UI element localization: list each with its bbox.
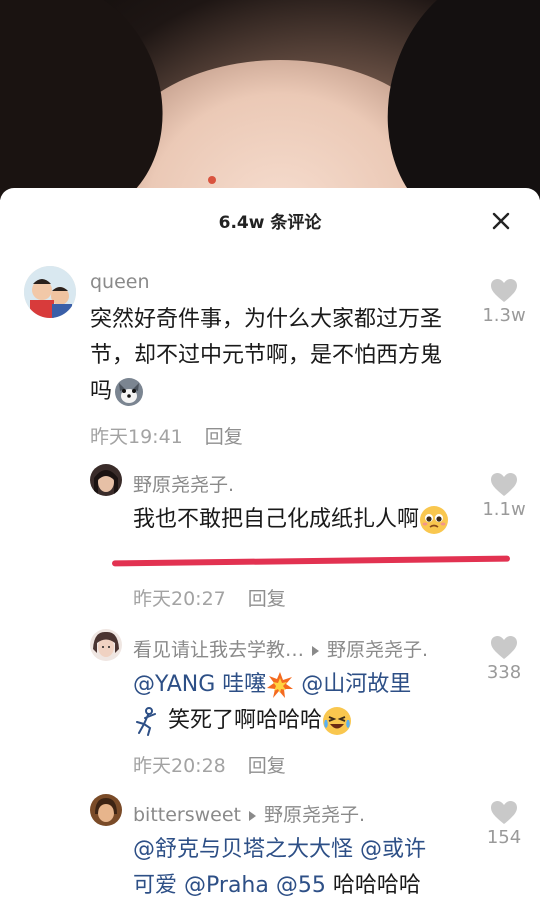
pleading-emoji-icon (419, 505, 449, 535)
mention-link[interactable]: @山河故里 (301, 672, 411, 697)
comment-username[interactable]: 野原尧尧子. (133, 470, 234, 497)
comment-username[interactable]: 看见请让我去学教… 野原尧尧子. (133, 635, 428, 662)
comment-text: @YANG 哇噻 @山河故里 笑死了啊哈哈哈 (133, 667, 473, 739)
avatar[interactable] (24, 266, 76, 318)
dancer-emoji-icon (133, 706, 161, 736)
like-button[interactable]: 1.3w (474, 278, 534, 326)
comment-meta: 昨天20:27 回复 (133, 584, 286, 611)
reply-button[interactable]: 回复 (248, 755, 286, 777)
like-button[interactable]: 338 (474, 635, 534, 683)
explosion-emoji-icon (266, 671, 294, 699)
video-spot (208, 176, 216, 184)
comment-text: @舒克与贝塔之大大怪 @或许可爱 @Praha @55 哈哈哈哈 (133, 832, 478, 904)
comment-text-content: 哈哈哈哈 (332, 873, 421, 898)
comment-time: 昨天20:28 (133, 755, 226, 777)
heart-icon (491, 636, 517, 659)
heart-icon (491, 473, 517, 496)
heart-icon (491, 801, 517, 824)
reply-target[interactable]: 野原尧尧子. (264, 804, 365, 826)
comment-username[interactable]: bittersweet 野原尧尧子. (133, 800, 365, 827)
comment-meta: 昨天19:41 回复 (90, 422, 243, 449)
avatar[interactable] (90, 794, 122, 826)
reply-arrow-icon (312, 645, 320, 656)
comment-meta: 昨天20:28 回复 (133, 751, 286, 778)
close-icon[interactable] (490, 210, 512, 232)
avatar[interactable] (90, 464, 122, 496)
comment-text: 突然好奇件事，为什么大家都过万圣节，却不过中元节啊，是不怕西方鬼吗 (90, 302, 460, 410)
reply-button[interactable]: 回复 (248, 588, 286, 610)
laughing-crying-emoji-icon (322, 706, 352, 736)
reply-author[interactable]: 看见请让我去学教… (133, 639, 304, 661)
like-count: 338 (486, 662, 522, 683)
comment-text-content: 我也不敢把自己化成纸扎人啊 (133, 507, 420, 532)
reply-author[interactable]: bittersweet (133, 804, 241, 826)
reply-arrow-icon (249, 810, 257, 821)
comment-time: 昨天19:41 (90, 426, 183, 448)
comment-username[interactable]: queen (90, 271, 150, 293)
comment-sheet-header: 6.4w 条评论 (0, 188, 540, 254)
reply-button[interactable]: 回复 (205, 426, 243, 448)
mention-link[interactable]: @YANG 哇噻 (133, 672, 266, 697)
comment-text: 我也不敢把自己化成纸扎人啊 (133, 502, 473, 538)
mention-link[interactable]: @Praha (184, 873, 269, 898)
like-count: 1.1w (482, 499, 526, 520)
like-button[interactable]: 1.1w (474, 472, 534, 520)
video-background (0, 0, 540, 200)
comment-time: 昨天20:27 (133, 588, 226, 610)
like-count: 154 (486, 827, 522, 848)
mention-link[interactable]: 可爱 (133, 873, 177, 898)
avatar[interactable] (90, 629, 122, 661)
like-button[interactable]: 154 (474, 800, 534, 848)
comment-text-content: 笑死了啊哈哈哈 (168, 708, 323, 733)
mention-link[interactable]: @舒克与贝塔之大大怪 (133, 837, 353, 862)
comment-count-title: 6.4w 条评论 (218, 213, 322, 233)
mention-link[interactable]: @或许 (360, 837, 426, 862)
reply-target[interactable]: 野原尧尧子. (327, 639, 428, 661)
dog-emoji-icon (114, 377, 144, 407)
mention-link[interactable]: @55 (276, 873, 326, 898)
heart-icon (491, 279, 517, 302)
like-count: 1.3w (482, 305, 526, 326)
